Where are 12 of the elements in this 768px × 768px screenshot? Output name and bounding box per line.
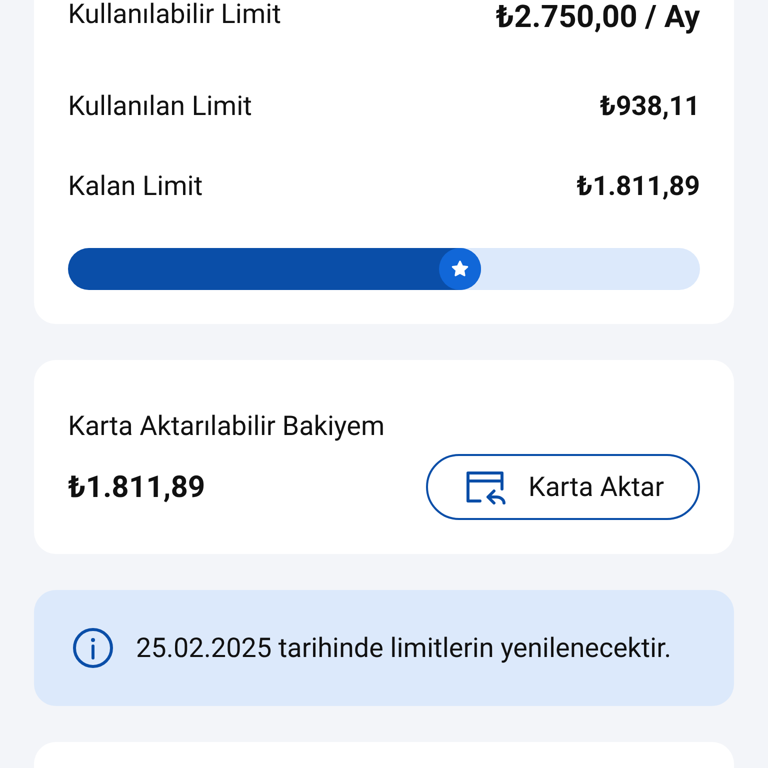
limit-value: ₺938,11 xyxy=(600,90,700,122)
transfer-label: Karta Aktarılabilir Bakiyem xyxy=(68,410,386,442)
transfer-button[interactable]: Karta Aktar xyxy=(426,454,700,520)
transfer-amount: ₺1.811,89 xyxy=(68,470,206,504)
info-text: 25.02.2025 tarihinde limitlerin yenilenecektir. xyxy=(136,632,672,664)
limit-value: ₺1.811,89 xyxy=(576,170,700,202)
info-icon xyxy=(72,627,114,669)
limit-label: Kullanılan Limit xyxy=(68,90,252,122)
card-arrow-icon xyxy=(464,469,508,505)
limit-label: Kullanılabilir Limit xyxy=(68,0,282,30)
limit-label: Kalan Limit xyxy=(68,170,203,202)
limit-value: ₺2.750,00 / Ay xyxy=(496,0,700,35)
